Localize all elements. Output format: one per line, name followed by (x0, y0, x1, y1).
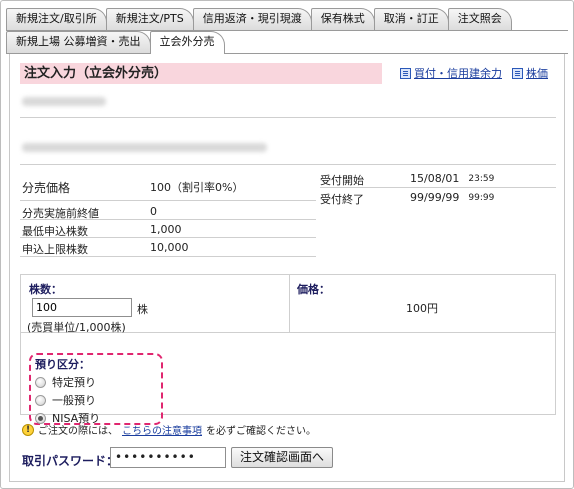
page-title: 注文入力（立会外分売） (20, 63, 382, 84)
distribution-price-label: 分売価格 (22, 181, 71, 195)
divider (20, 164, 556, 165)
account-type-title: 預り区分： (35, 358, 90, 371)
warning-icon: ! (22, 423, 34, 436)
quantity-title: 株数： (29, 283, 62, 296)
tab-order-inquiry[interactable]: 注文照会 (447, 8, 512, 30)
radio-specific-account[interactable]: 特定預り (35, 374, 96, 390)
tab-new-order-exchange[interactable]: 新規注文/取引所 (6, 8, 107, 30)
notice-link[interactable]: こちらの注意事項 (122, 422, 202, 437)
order-panel: 注文入力（立会外分売） 買付・信用建余力 株価 分売価格 100（割引率0%） … (9, 54, 565, 482)
stock-price-label: 株価 (526, 67, 548, 80)
quantity-input[interactable] (32, 298, 132, 317)
tab-ipo-offering[interactable]: 新規上場 公募増資・売出 (6, 31, 151, 53)
document-icon (400, 67, 411, 79)
accept-start-date: 15/08/01 (410, 172, 460, 185)
end-value-cell: 99/99/99 99:99 (410, 191, 494, 204)
redacted-stock-code (22, 97, 106, 106)
stock-price-link[interactable]: 株価 (512, 65, 548, 81)
notice-suffix: を必ずご確認ください。 (206, 426, 316, 437)
radio-button[interactable] (35, 394, 46, 406)
tab-holdings[interactable]: 保有株式 (310, 8, 375, 30)
max-qty-value: 10,000 (150, 241, 189, 254)
divider (289, 275, 290, 332)
start-value-cell: 15/08/01 23:59 (410, 172, 494, 185)
redacted-stock-name (22, 143, 267, 152)
divider (20, 200, 316, 201)
confirm-order-button[interactable]: 注文確認画面へ (231, 447, 333, 468)
accept-end-time: 99:99 (468, 192, 495, 203)
radio-button[interactable] (35, 376, 46, 388)
accept-end-date: 99/99/99 (410, 191, 460, 204)
tab-new-order-pts[interactable]: 新規注文/PTS (105, 8, 194, 30)
accept-end-label: 受付終了 (320, 193, 364, 206)
tab-off-floor-distribution[interactable]: 立会外分売 (149, 31, 225, 54)
min-qty-value: 1,000 (150, 223, 182, 236)
password-input[interactable]: •••••••••• (110, 447, 226, 468)
accept-start-time: 23:59 (468, 173, 495, 184)
price-value-cell: 100（割引率0%） (150, 179, 243, 195)
price-label-cell: 分売価格 (22, 179, 70, 196)
notice-prefix: ご注文の際には、 (38, 426, 118, 437)
tab-cancel-modify[interactable]: 取消・訂正 (373, 8, 449, 30)
end-label-cell: 受付終了 (320, 191, 364, 207)
quantity-unit: 株 (137, 303, 148, 316)
tab-row-secondary: 新規上場 公募増資・売出 立会外分売 (6, 31, 225, 54)
price-value: 100円 (406, 302, 438, 315)
buying-power-label: 買付・信用建余力 (414, 67, 502, 80)
tab-row-primary: 新規注文/取引所 新規注文/PTS 信用返済・現引現渡 保有株式 取消・訂正 注… (6, 8, 512, 30)
radio-label: 一般預り (52, 394, 96, 407)
tab-margin-repay[interactable]: 信用返済・現引現渡 (192, 8, 312, 30)
divider (20, 256, 316, 257)
distribution-price-value: 100（割引率0%） (150, 181, 244, 194)
price-title: 価格： (297, 283, 330, 296)
accept-start-label: 受付開始 (320, 174, 364, 187)
buying-power-link[interactable]: 買付・信用建余力 (400, 65, 502, 81)
order-notice: ! ご注文の際には、 こちらの注意事項 を必ずご確認ください。 (22, 422, 316, 437)
window-frame: 新規注文/取引所 新規注文/PTS 信用返済・現引現渡 保有株式 取消・訂正 注… (0, 0, 574, 489)
password-label: 取引パスワード： (22, 454, 119, 468)
max-qty-label-cell: 申込上限株数 (22, 241, 88, 257)
order-form: 株数： 株 (売買単位/1,000株) 価格： 100円 預り区分： 特定預り … (20, 274, 556, 425)
trading-unit-note: (売買単位/1,000株) (27, 321, 126, 334)
top-links: 買付・信用建余力 株価 (400, 65, 548, 81)
radio-general-account[interactable]: 一般預り (35, 392, 96, 408)
max-qty-value-cell: 10,000 (150, 241, 189, 254)
window-icon (512, 67, 523, 79)
divider (20, 219, 316, 220)
radio-label: 特定預り (52, 376, 96, 389)
prev-close-value: 0 (150, 205, 157, 218)
prev-close-value-cell: 0 (150, 205, 157, 218)
max-qty-label: 申込上限株数 (22, 243, 88, 256)
divider (20, 117, 556, 118)
start-label-cell: 受付開始 (320, 172, 364, 188)
min-qty-value-cell: 1,000 (150, 223, 182, 236)
divider (320, 187, 556, 188)
divider (20, 237, 316, 238)
